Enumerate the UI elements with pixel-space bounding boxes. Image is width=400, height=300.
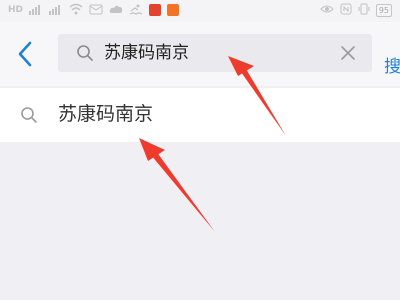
chevron-left-icon (18, 41, 32, 67)
suggestion-item[interactable]: 苏康码南京 (0, 88, 400, 142)
battery-indicator: 95 (375, 3, 392, 17)
hd-indicator: HD (8, 5, 24, 15)
search-action-button[interactable]: 搜 (384, 52, 400, 77)
vibrate-icon (358, 3, 370, 17)
back-button[interactable] (16, 40, 40, 68)
search-icon (21, 107, 37, 123)
annotation-arrow-2 (139, 138, 215, 232)
close-icon (341, 46, 355, 60)
message-icon (89, 3, 103, 17)
status-bar: HD 95 (0, 0, 400, 22)
search-icon (77, 45, 93, 61)
search-value: 苏康码南京 (104, 43, 189, 63)
clear-button[interactable] (340, 45, 356, 65)
swim-icon (129, 3, 143, 17)
search-input[interactable]: 苏康码南京 (58, 34, 372, 72)
status-bar-right: 95 (320, 3, 392, 17)
app-notification-icon-2 (167, 4, 180, 16)
wifi-icon (69, 3, 83, 17)
cloud-icon (109, 3, 123, 17)
signal-icon-2 (49, 3, 63, 17)
nfc-icon (340, 3, 352, 17)
signal-icon (29, 3, 43, 17)
app-notification-icon (149, 4, 162, 16)
status-bar-left: HD (8, 3, 180, 17)
search-header: 苏康码南京 搜 (0, 22, 400, 86)
suggestion-label: 苏康码南京 (58, 103, 154, 125)
eye-icon (320, 3, 334, 17)
